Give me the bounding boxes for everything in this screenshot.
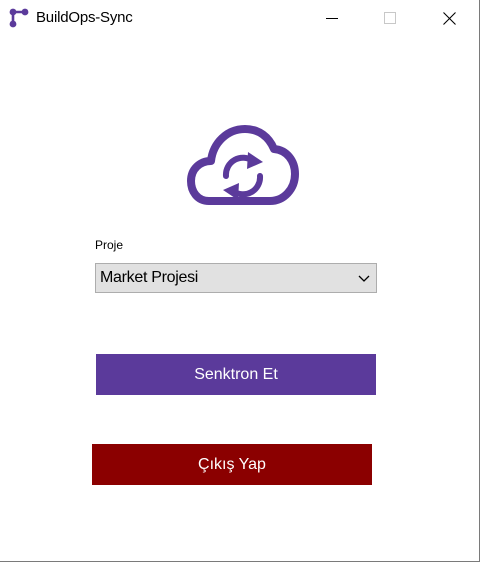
app-window: BuildOps-Sync Proje Market Projesi Senkt… — [0, 0, 480, 562]
close-icon — [442, 11, 456, 25]
app-logo-icon — [9, 8, 29, 28]
minimize-icon — [326, 18, 338, 19]
title-bar[interactable]: BuildOps-Sync — [0, 0, 479, 36]
maximize-icon — [384, 12, 396, 24]
window-title: BuildOps-Sync — [36, 9, 133, 26]
close-button[interactable] — [420, 0, 478, 36]
chevron-down-icon — [358, 275, 370, 282]
sync-button[interactable]: Senktron Et — [96, 354, 376, 395]
minimize-button[interactable] — [303, 0, 361, 36]
project-select-value: Market Projesi — [100, 269, 199, 286]
cloud-sync-icon — [187, 125, 299, 205]
maximize-button[interactable] — [361, 0, 419, 36]
logout-button[interactable]: Çıkış Yap — [92, 444, 372, 485]
project-label: Proje — [95, 238, 124, 252]
project-select[interactable]: Market Projesi — [95, 263, 377, 293]
